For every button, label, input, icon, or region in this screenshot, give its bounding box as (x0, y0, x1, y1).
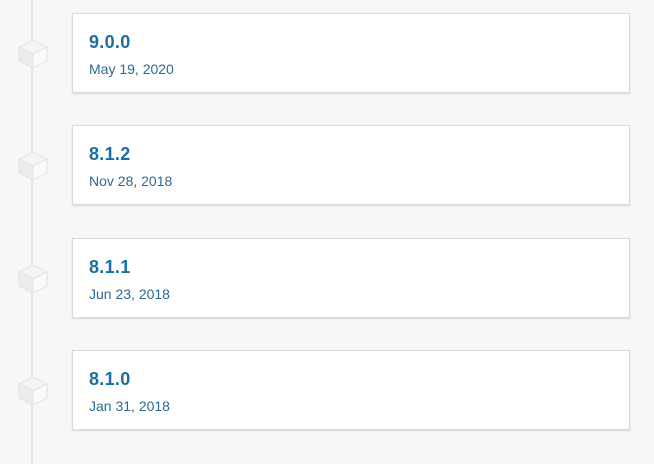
release-timeline: 9.0.0 May 19, 2020 8.1.2 Nov 28, 2018 8.… (0, 0, 654, 464)
package-cube-icon (17, 264, 49, 294)
release-item: 8.1.1 Jun 23, 2018 (0, 238, 654, 320)
release-date: Jun 23, 2018 (89, 286, 170, 302)
package-cube-icon (17, 376, 49, 406)
release-date: May 19, 2020 (89, 61, 174, 77)
release-version-link[interactable]: 8.1.0 (89, 369, 131, 390)
package-cube-icon (17, 151, 49, 181)
release-date: Nov 28, 2018 (89, 173, 173, 189)
release-card[interactable]: 8.1.1 Jun 23, 2018 (72, 238, 630, 318)
release-date: Jan 31, 2018 (89, 398, 170, 414)
release-item: 8.1.0 Jan 31, 2018 (0, 350, 654, 432)
release-version-link[interactable]: 8.1.1 (89, 257, 131, 278)
release-card[interactable]: 8.1.2 Nov 28, 2018 (72, 125, 630, 205)
release-version-link[interactable]: 8.1.2 (89, 144, 131, 165)
package-cube-icon (17, 39, 49, 69)
release-item: 8.1.2 Nov 28, 2018 (0, 125, 654, 207)
release-card[interactable]: 9.0.0 May 19, 2020 (72, 13, 630, 93)
release-item: 9.0.0 May 19, 2020 (0, 13, 654, 95)
release-version-link[interactable]: 9.0.0 (89, 32, 131, 53)
release-card[interactable]: 8.1.0 Jan 31, 2018 (72, 350, 630, 430)
